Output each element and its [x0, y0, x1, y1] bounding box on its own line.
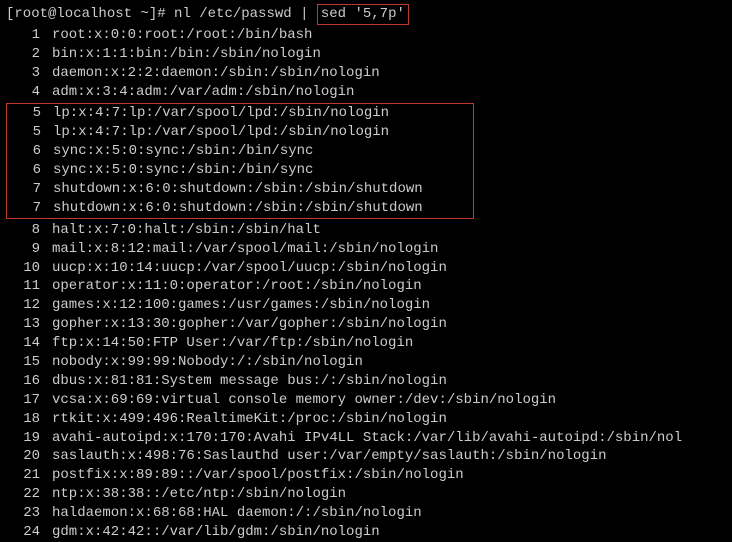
line-content: games:x:12:100:games:/usr/games:/sbin/no…: [52, 296, 726, 315]
output-line: 13gopher:x:13:30:gopher:/var/gopher:/sbi…: [6, 315, 726, 334]
output-line: 14ftp:x:14:50:FTP User:/var/ftp:/sbin/no…: [6, 334, 726, 353]
line-number: 10: [6, 259, 52, 278]
line-content: nobody:x:99:99:Nobody:/:/sbin/nologin: [52, 353, 726, 372]
line-number: 22: [6, 485, 52, 504]
line-content: ntp:x:38:38::/etc/ntp:/sbin/nologin: [52, 485, 726, 504]
output-line: 6sync:x:5:0:sync:/sbin:/bin/sync: [7, 142, 473, 161]
line-content: root:x:0:0:root:/root:/bin/bash: [52, 26, 726, 45]
line-content: dbus:x:81:81:System message bus:/:/sbin/…: [52, 372, 726, 391]
output-line: 10uucp:x:10:14:uucp:/var/spool/uucp:/sbi…: [6, 259, 726, 278]
output-line: 16dbus:x:81:81:System message bus:/:/sbi…: [6, 372, 726, 391]
line-number: 12: [6, 296, 52, 315]
line-number: 23: [6, 504, 52, 523]
output-line: 12games:x:12:100:games:/usr/games:/sbin/…: [6, 296, 726, 315]
output-line: 21postfix:x:89:89::/var/spool/postfix:/s…: [6, 466, 726, 485]
line-number: 16: [6, 372, 52, 391]
output-line: 24gdm:x:42:42::/var/lib/gdm:/sbin/nologi…: [6, 523, 726, 542]
output-line: 5lp:x:4:7:lp:/var/spool/lpd:/sbin/nologi…: [7, 123, 473, 142]
line-number: 21: [6, 466, 52, 485]
line-number: 7: [7, 180, 53, 199]
line-content: sync:x:5:0:sync:/sbin:/bin/sync: [53, 161, 473, 180]
shell-prompt: [root@localhost ~]#: [6, 6, 166, 22]
line-content: rtkit:x:499:496:RealtimeKit:/proc:/sbin/…: [52, 410, 726, 429]
output-line: 7shutdown:x:6:0:shutdown:/sbin:/sbin/shu…: [7, 180, 473, 199]
line-number: 4: [6, 83, 52, 102]
line-number: 14: [6, 334, 52, 353]
output-line: 23haldaemon:x:68:68:HAL daemon:/:/sbin/n…: [6, 504, 726, 523]
line-content: saslauth:x:498:76:Saslauthd user:/var/em…: [52, 447, 726, 466]
line-number: 20: [6, 447, 52, 466]
output-line: 8halt:x:7:0:halt:/sbin:/sbin/halt: [6, 221, 726, 240]
output-line: 19avahi-autoipd:x:170:170:Avahi IPv4LL S…: [6, 429, 726, 448]
line-content: uucp:x:10:14:uucp:/var/spool/uucp:/sbin/…: [52, 259, 726, 278]
line-number: 5: [7, 104, 53, 123]
output-line: 7shutdown:x:6:0:shutdown:/sbin:/sbin/shu…: [7, 199, 473, 218]
line-content: gdm:x:42:42::/var/lib/gdm:/sbin/nologin: [52, 523, 726, 542]
line-content: mail:x:8:12:mail:/var/spool/mail:/sbin/n…: [52, 240, 726, 259]
line-content: bin:x:1:1:bin:/bin:/sbin/nologin: [52, 45, 726, 64]
output-line: 18rtkit:x:499:496:RealtimeKit:/proc:/sbi…: [6, 410, 726, 429]
output-line: 17vcsa:x:69:69:virtual console memory ow…: [6, 391, 726, 410]
command-prompt-line: [root@localhost ~]# nl /etc/passwd | sed…: [6, 4, 726, 25]
line-content: shutdown:x:6:0:shutdown:/sbin:/sbin/shut…: [53, 180, 473, 199]
command-text: nl /etc/passwd |: [174, 6, 317, 22]
line-number: 13: [6, 315, 52, 334]
line-content: halt:x:7:0:halt:/sbin:/sbin/halt: [52, 221, 726, 240]
line-content: operator:x:11:0:operator:/root:/sbin/nol…: [52, 277, 726, 296]
output-line: 20saslauth:x:498:76:Saslauthd user:/var/…: [6, 447, 726, 466]
sed-command: sed '5,7p': [321, 6, 405, 22]
line-content: avahi-autoipd:x:170:170:Avahi IPv4LL Sta…: [52, 429, 726, 448]
output-line: 2bin:x:1:1:bin:/bin:/sbin/nologin: [6, 45, 726, 64]
line-content: shutdown:x:6:0:shutdown:/sbin:/sbin/shut…: [53, 199, 473, 218]
line-number: 17: [6, 391, 52, 410]
line-content: lp:x:4:7:lp:/var/spool/lpd:/sbin/nologin: [53, 104, 473, 123]
output-line: 5lp:x:4:7:lp:/var/spool/lpd:/sbin/nologi…: [7, 104, 473, 123]
line-number: 15: [6, 353, 52, 372]
line-number: 5: [7, 123, 53, 142]
line-number: 8: [6, 221, 52, 240]
line-number: 24: [6, 523, 52, 542]
line-content: sync:x:5:0:sync:/sbin:/bin/sync: [53, 142, 473, 161]
output-line: 9mail:x:8:12:mail:/var/spool/mail:/sbin/…: [6, 240, 726, 259]
line-number: 7: [7, 199, 53, 218]
line-content: vcsa:x:69:69:virtual console memory owne…: [52, 391, 726, 410]
line-number: 6: [7, 142, 53, 161]
line-content: haldaemon:x:68:68:HAL daemon:/:/sbin/nol…: [52, 504, 726, 523]
line-content: ftp:x:14:50:FTP User:/var/ftp:/sbin/nolo…: [52, 334, 726, 353]
output-line: 4adm:x:3:4:adm:/var/adm:/sbin/nologin: [6, 83, 726, 102]
line-number: 2: [6, 45, 52, 64]
line-content: postfix:x:89:89::/var/spool/postfix:/sbi…: [52, 466, 726, 485]
line-number: 1: [6, 26, 52, 45]
output-line: 11operator:x:11:0:operator:/root:/sbin/n…: [6, 277, 726, 296]
line-number: 3: [6, 64, 52, 83]
line-content: lp:x:4:7:lp:/var/spool/lpd:/sbin/nologin: [53, 123, 473, 142]
output-line: 6sync:x:5:0:sync:/sbin:/bin/sync: [7, 161, 473, 180]
line-content: gopher:x:13:30:gopher:/var/gopher:/sbin/…: [52, 315, 726, 334]
output-line: 22ntp:x:38:38::/etc/ntp:/sbin/nologin: [6, 485, 726, 504]
command-highlight-box: sed '5,7p': [317, 4, 409, 25]
line-number: 18: [6, 410, 52, 429]
output-highlight-block: 5lp:x:4:7:lp:/var/spool/lpd:/sbin/nologi…: [6, 103, 474, 218]
line-number: 9: [6, 240, 52, 259]
output-before-block: 1root:x:0:0:root:/root:/bin/bash2bin:x:1…: [6, 26, 726, 102]
output-line: 3daemon:x:2:2:daemon:/sbin:/sbin/nologin: [6, 64, 726, 83]
output-line: 1root:x:0:0:root:/root:/bin/bash: [6, 26, 726, 45]
line-number: 6: [7, 161, 53, 180]
line-number: 19: [6, 429, 52, 448]
output-line: 15nobody:x:99:99:Nobody:/:/sbin/nologin: [6, 353, 726, 372]
output-after-block: 8halt:x:7:0:halt:/sbin:/sbin/halt9mail:x…: [6, 221, 726, 542]
line-number: 11: [6, 277, 52, 296]
line-content: adm:x:3:4:adm:/var/adm:/sbin/nologin: [52, 83, 726, 102]
line-content: daemon:x:2:2:daemon:/sbin:/sbin/nologin: [52, 64, 726, 83]
